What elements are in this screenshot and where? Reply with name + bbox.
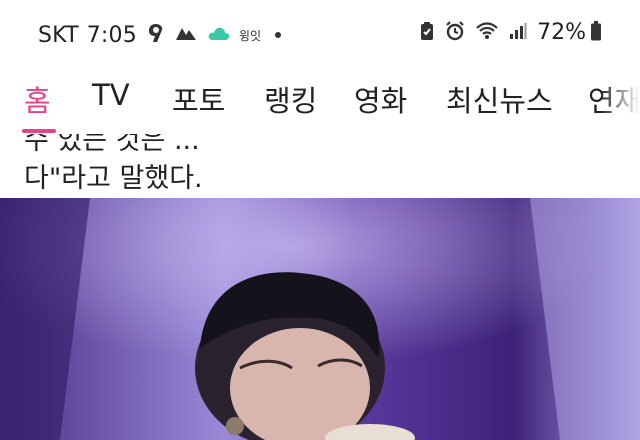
clipboard-icon	[419, 21, 435, 45]
article-text-line: 다"라고 말했다.	[24, 163, 203, 194]
tab-ranking[interactable]: 랭킹	[264, 78, 317, 120]
tab-latest-news[interactable]: 최신뉴스	[446, 78, 553, 120]
category-nav: 홈 TV 포토 랭킹 영화 최신뉴스 연재	[0, 72, 640, 135]
app-label: 윙잇	[238, 28, 262, 43]
status-right: 72%	[409, 20, 602, 45]
mountain-app-icon	[175, 24, 197, 46]
battery-percent: 72%	[537, 20, 586, 45]
active-tab-indicator	[22, 129, 56, 133]
status-left: SKT 7:05 윙잇	[38, 22, 282, 48]
tab-photo[interactable]: 포토	[172, 78, 225, 120]
app-notification-icon	[147, 22, 165, 48]
article-photo[interactable]	[0, 198, 640, 440]
article-text-clipped: 수 있는 것은 ...	[24, 134, 200, 156]
alarm-icon	[445, 20, 465, 45]
in-ear-monitor	[226, 417, 244, 435]
clock: 7:05	[86, 22, 137, 48]
tab-home[interactable]: 홈	[24, 78, 51, 120]
cloud-icon	[207, 25, 231, 45]
carrier-label: SKT	[38, 22, 79, 48]
tab-tv[interactable]: TV	[92, 78, 130, 112]
battery-icon	[590, 20, 602, 45]
status-bar: SKT 7:05 윙잇 72%	[0, 0, 640, 72]
more-notifications-dot	[275, 32, 282, 38]
article-body: 수 있는 것은 ... 다"라고 말했다.	[0, 134, 640, 198]
tab-movie[interactable]: 영화	[354, 78, 407, 120]
wifi-icon	[475, 21, 499, 45]
nav-fade	[600, 72, 640, 134]
signal-icon	[509, 22, 527, 44]
